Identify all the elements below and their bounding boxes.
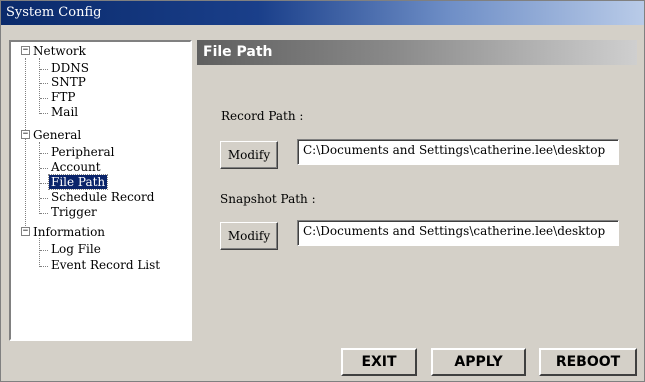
- tree-branch: [40, 69, 48, 70]
- collapse-general-icon[interactable]: −: [21, 130, 30, 139]
- tree-branch: [40, 168, 48, 169]
- tree-item-account[interactable]: Account: [49, 160, 103, 174]
- tree-item-label: DDNS: [51, 61, 89, 75]
- snapshot-path-field[interactable]: C:\Documents and Settings\catherine.lee\…: [297, 220, 619, 246]
- tree-item-trigger[interactable]: Trigger: [49, 205, 99, 219]
- tree-item-label: Schedule Record: [51, 190, 155, 204]
- apply-button[interactable]: APPLY: [431, 348, 526, 376]
- tree-root-line: [25, 58, 26, 232]
- tree-node-information[interactable]: Information: [31, 225, 107, 239]
- tree-item-label: Event Record List: [51, 258, 161, 272]
- tree-item-label: Trigger: [51, 205, 97, 219]
- settings-tree[interactable]: − Network DDNS SNTP FTP Mail − General P…: [9, 40, 192, 341]
- tree-branch: [40, 83, 48, 84]
- tree-node-network[interactable]: Network: [31, 44, 88, 58]
- tree-item-event-record-list[interactable]: Event Record List: [49, 258, 162, 272]
- panel-title: File Path: [197, 40, 637, 65]
- tree-information-line: [39, 238, 40, 267]
- record-path-modify-button[interactable]: Modify: [220, 141, 278, 169]
- snapshot-path-modify-button[interactable]: Modify: [220, 222, 278, 250]
- tree-branch: [40, 198, 48, 199]
- tree-branch: [40, 98, 48, 99]
- tree-branch: [40, 113, 48, 114]
- tree-item-schedule-record[interactable]: Schedule Record: [49, 190, 156, 204]
- tree-node-label: General: [33, 128, 82, 142]
- tree-item-mail[interactable]: Mail: [49, 105, 80, 119]
- tree-item-label: Mail: [51, 105, 79, 119]
- tree-node-general[interactable]: General: [31, 128, 83, 142]
- window-title: System Config: [1, 1, 644, 25]
- tree-branch: [40, 183, 48, 184]
- tree-item-ftp[interactable]: FTP: [49, 90, 77, 104]
- system-config-window: System Config − Network DDNS SNTP FTP Ma…: [0, 0, 645, 382]
- snapshot-path-label: Snapshot Path :: [220, 192, 316, 206]
- tree-item-label-selected: File Path: [47, 174, 109, 190]
- tree-item-label: FTP: [51, 90, 76, 104]
- tree-branch: [40, 153, 48, 154]
- tree-node-label: Information: [33, 225, 106, 239]
- tree-branch: [40, 250, 48, 251]
- collapse-network-icon[interactable]: −: [21, 46, 30, 55]
- record-path-field[interactable]: C:\Documents and Settings\catherine.lee\…: [297, 139, 619, 165]
- tree-branch: [40, 213, 48, 214]
- tree-item-label: Log File: [51, 242, 101, 256]
- tree-item-label: Account: [51, 160, 101, 174]
- tree-node-label: Network: [33, 44, 86, 58]
- tree-item-ddns[interactable]: DDNS: [49, 61, 91, 75]
- collapse-information-icon[interactable]: −: [21, 227, 30, 236]
- tree-item-label: SNTP: [51, 75, 86, 89]
- tree-item-peripheral[interactable]: Peripheral: [49, 145, 116, 159]
- tree-item-log-file[interactable]: Log File: [49, 242, 103, 256]
- tree-item-label: Peripheral: [51, 145, 115, 159]
- tree-item-sntp[interactable]: SNTP: [49, 75, 88, 89]
- record-path-label: Record Path :: [221, 109, 304, 123]
- tree-network-line: [39, 58, 40, 114]
- exit-button[interactable]: EXIT: [341, 348, 417, 376]
- tree-branch: [40, 266, 48, 267]
- reboot-button[interactable]: REBOOT: [539, 348, 637, 376]
- tree-item-file-path[interactable]: File Path: [47, 174, 109, 190]
